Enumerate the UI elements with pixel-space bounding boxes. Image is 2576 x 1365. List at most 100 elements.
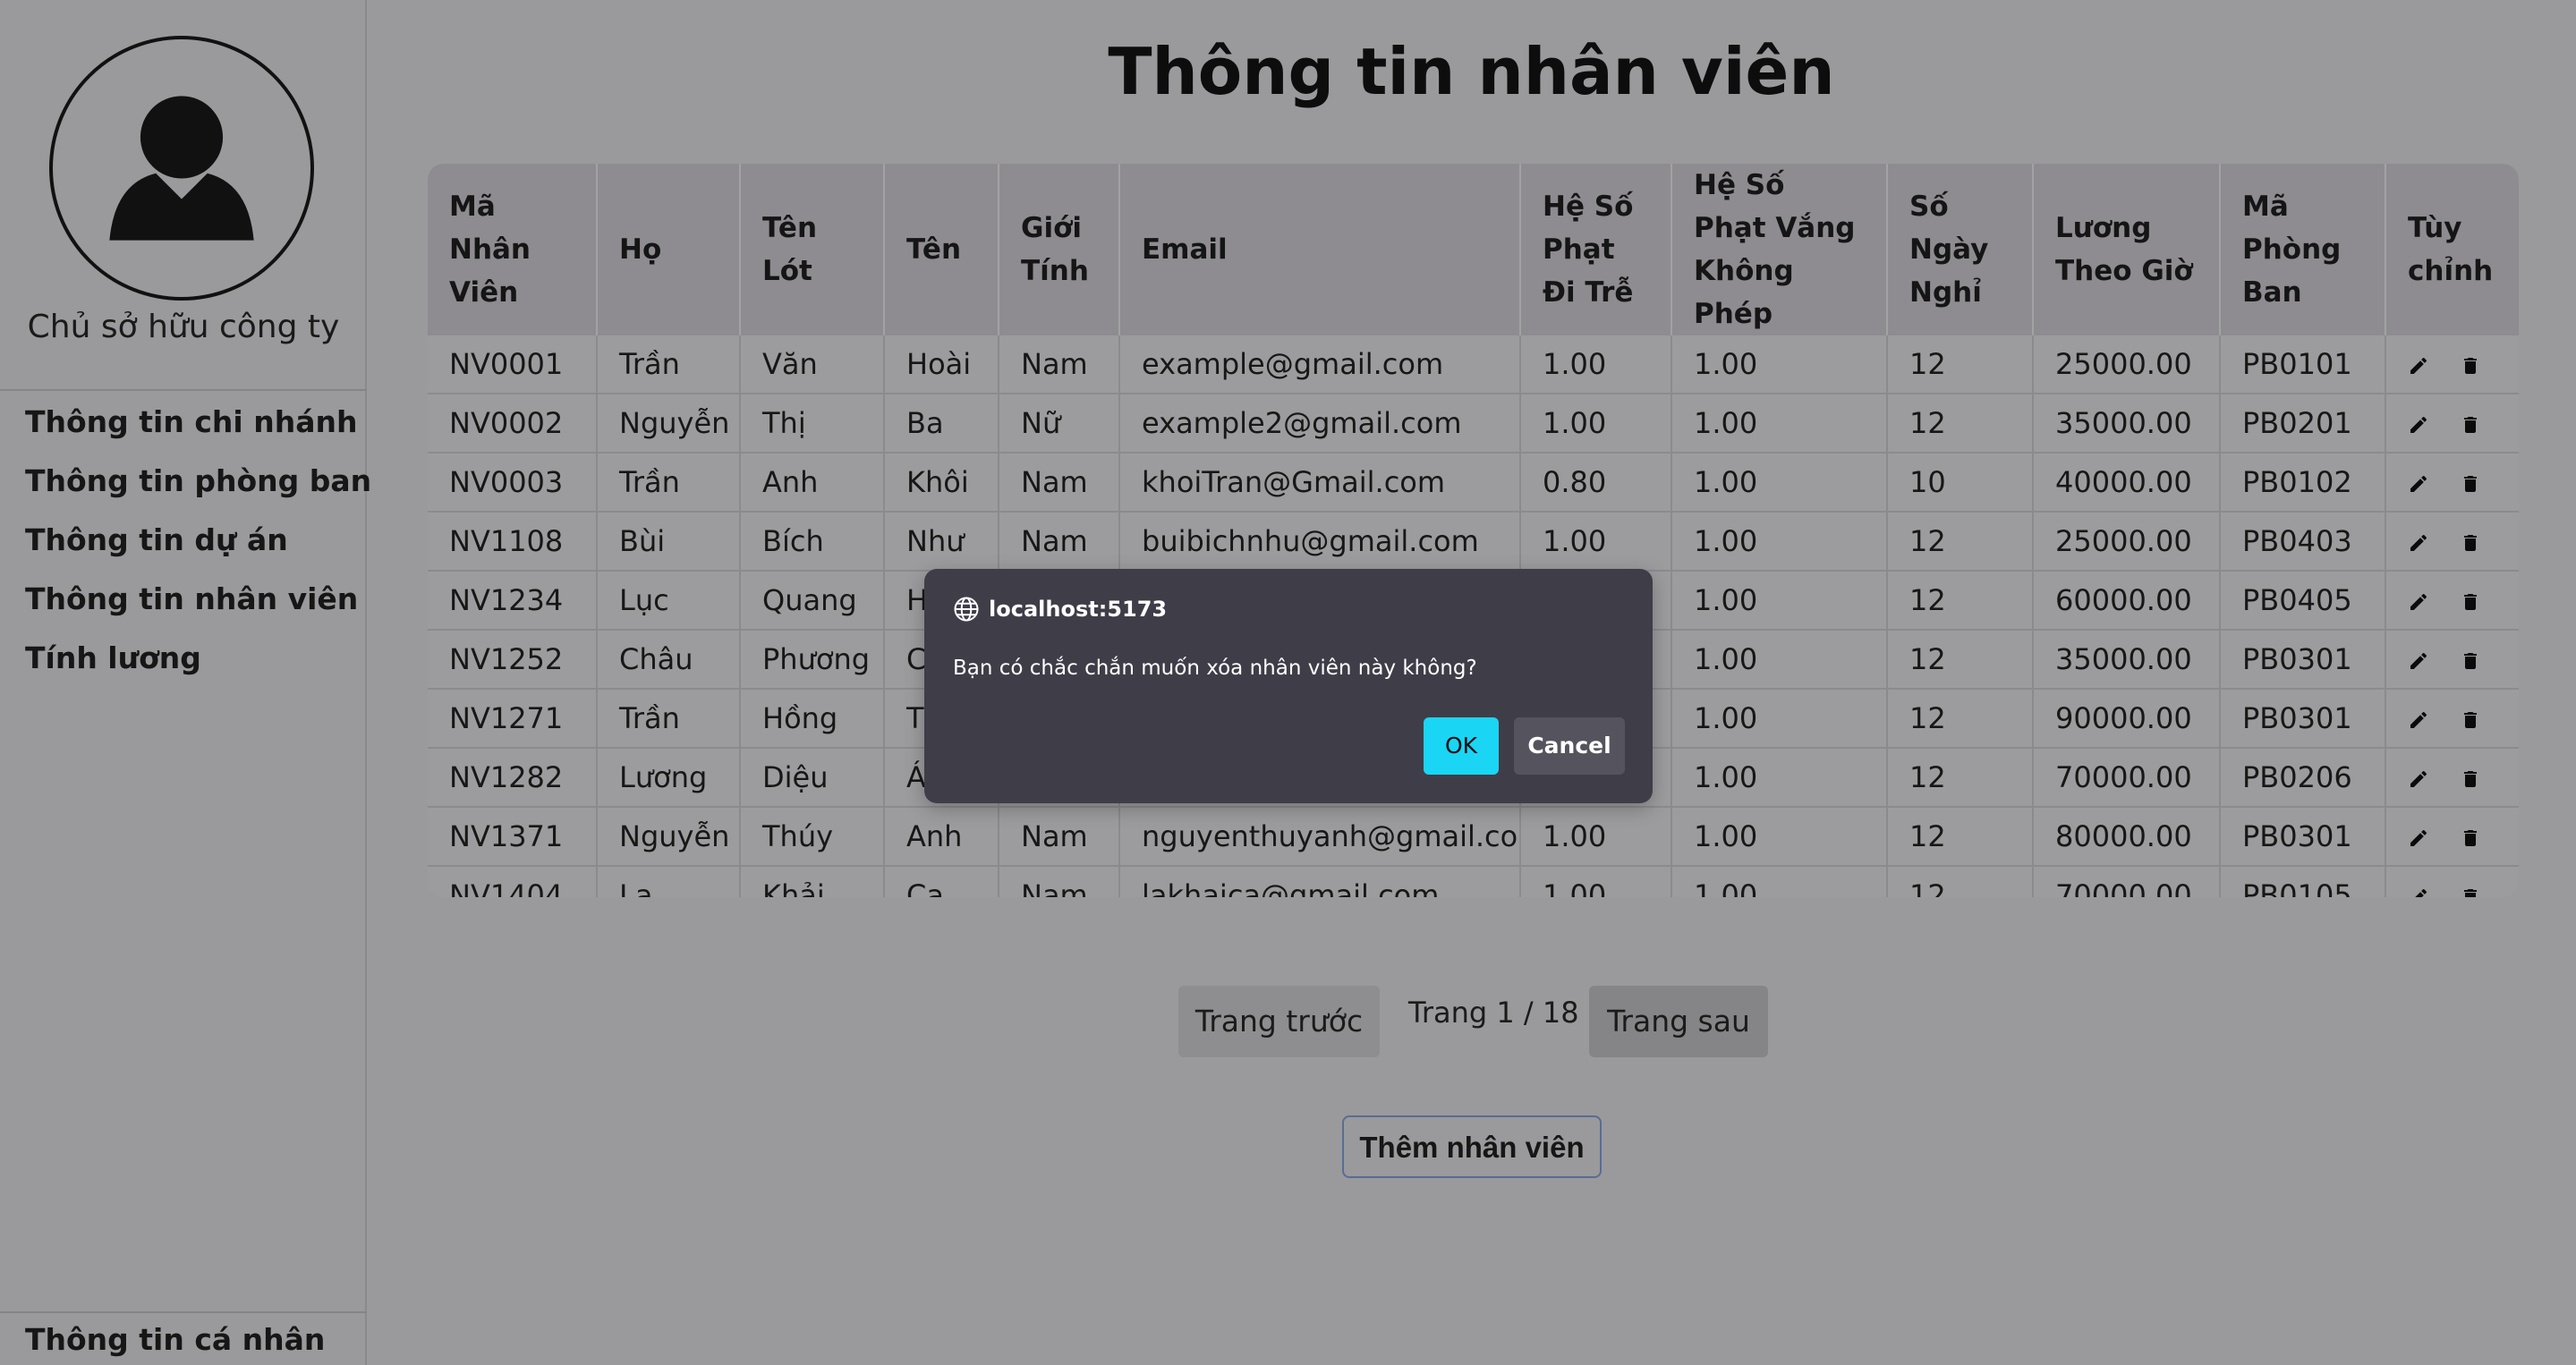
table-cell: 80000.00 — [2033, 807, 2221, 867]
table-cell: buibichnhu@gmail.com — [1119, 512, 1521, 572]
table-cell: Nam — [999, 335, 1120, 394]
trash-icon[interactable] — [2460, 412, 2481, 437]
page-indicator: Trang 1 / 18 — [1408, 996, 1579, 1030]
pencil-icon[interactable] — [2408, 353, 2429, 378]
pencil-icon[interactable] — [2408, 589, 2429, 615]
table-cell: 12 — [1887, 335, 2034, 394]
table-cell: NV1252 — [428, 630, 598, 690]
table-cell: Hồng — [740, 689, 885, 749]
add-employee-button[interactable]: Thêm nhân viên — [1342, 1115, 1602, 1178]
table-cell: nguyenthuyanh@gmail.com — [1119, 807, 1521, 867]
table-cell: PB0206 — [2220, 748, 2386, 808]
dialog-message: Bạn có chắc chắn muốn xóa nhân viên này … — [953, 657, 1477, 680]
row-actions — [2385, 453, 2519, 513]
table-cell: NV1271 — [428, 689, 598, 749]
table-cell: 1.00 — [1671, 571, 1888, 631]
table-cell: example@gmail.com — [1119, 335, 1521, 394]
column-header: Email — [1119, 164, 1521, 335]
next-page-button[interactable]: Trang sau — [1589, 986, 1768, 1057]
trash-icon[interactable] — [2460, 767, 2481, 792]
table-cell: PB0301 — [2220, 807, 2386, 867]
trash-icon[interactable] — [2460, 708, 2481, 733]
sidebar-item-personal-info[interactable]: Thông tin cá nhân — [25, 1322, 325, 1357]
table-cell: 1.00 — [1671, 866, 1888, 897]
table-cell: Nguyễn — [597, 807, 741, 867]
table-cell: 1.00 — [1520, 394, 1672, 454]
sidebar-item-payroll[interactable]: Tính lương — [25, 635, 371, 694]
table-cell: 1.00 — [1671, 394, 1888, 454]
trash-icon[interactable] — [2460, 589, 2481, 615]
table-cell: Trần — [597, 689, 741, 749]
table-cell: Lục — [597, 571, 741, 631]
page-title: Thông tin nhân viên — [1108, 34, 1835, 109]
pencil-icon[interactable] — [2408, 826, 2429, 851]
column-header: Tên Lót — [740, 164, 885, 335]
table-cell: 12 — [1887, 748, 2034, 808]
column-header: Giới Tính — [999, 164, 1120, 335]
pagination: Trang trước Trang 1 / 18 Trang sau — [0, 986, 2576, 1057]
table-cell: Ba — [884, 394, 999, 454]
table-cell: 12 — [1887, 689, 2034, 749]
table-cell: Nam — [999, 866, 1120, 897]
table-cell: PB0201 — [2220, 394, 2386, 454]
table-cell: 35000.00 — [2033, 630, 2221, 690]
table-cell: PB0301 — [2220, 689, 2386, 749]
column-header: Họ — [597, 164, 741, 335]
trash-icon[interactable] — [2460, 885, 2481, 897]
table-row: NV0003 Trần Anh Khôi Nam khoiTran@Gmail.com 0.… — [428, 453, 2519, 513]
table-cell: 10 — [1887, 453, 2034, 513]
sidebar-item-branch-info[interactable]: Thông tin chi nhánh — [25, 399, 371, 458]
pencil-icon[interactable] — [2408, 649, 2429, 674]
row-actions — [2385, 630, 2519, 690]
trash-icon[interactable] — [2460, 471, 2481, 496]
table-cell: khoiTran@Gmail.com — [1119, 453, 1521, 513]
dialog-origin: localhost:5173 — [953, 596, 1167, 623]
sidebar-bottom-divider — [0, 1311, 367, 1313]
table-cell: 12 — [1887, 394, 2034, 454]
previous-page-button[interactable]: Trang trước — [1178, 986, 1380, 1057]
row-actions — [2385, 748, 2519, 808]
globe-icon — [953, 596, 980, 623]
trash-icon[interactable] — [2460, 353, 2481, 378]
pencil-icon[interactable] — [2408, 885, 2429, 897]
table-cell: NV1234 — [428, 571, 598, 631]
column-header: Lương Theo Giờ — [2033, 164, 2221, 335]
dialog-cancel-button[interactable]: Cancel — [1514, 717, 1625, 775]
table-cell: example2@gmail.com — [1119, 394, 1521, 454]
table-cell: Anh — [884, 807, 999, 867]
pencil-icon[interactable] — [2408, 708, 2429, 733]
trash-icon[interactable] — [2460, 826, 2481, 851]
table-cell: Lương — [597, 748, 741, 808]
table-cell: 60000.00 — [2033, 571, 2221, 631]
pencil-icon[interactable] — [2408, 767, 2429, 792]
table-cell: 12 — [1887, 512, 2034, 572]
table-cell: Ca — [884, 866, 999, 897]
table-cell: NV0003 — [428, 453, 598, 513]
table-cell: 25000.00 — [2033, 512, 2221, 572]
row-actions — [2385, 335, 2519, 394]
table-row: NV1371 Nguyễn Thúy Anh Nam nguyenthuyanh@gmai… — [428, 807, 2519, 867]
table-cell: 70000.00 — [2033, 866, 2221, 897]
table-cell: 12 — [1887, 807, 2034, 867]
pencil-icon[interactable] — [2408, 530, 2429, 555]
table-cell: Nam — [999, 807, 1120, 867]
sidebar-item-department-info[interactable]: Thông tin phòng ban — [25, 458, 371, 517]
pencil-icon[interactable] — [2408, 471, 2429, 496]
sidebar-item-project-info[interactable]: Thông tin dự án — [25, 517, 371, 576]
pencil-icon[interactable] — [2408, 412, 2429, 437]
sidebar: Chủ sở hữu công ty Thông tin chi nhánh T… — [0, 0, 371, 1365]
sidebar-item-employee-info[interactable]: Thông tin nhân viên — [25, 576, 371, 635]
dialog-ok-button[interactable]: OK — [1424, 717, 1499, 775]
table-cell: NV1108 — [428, 512, 598, 572]
row-actions — [2385, 512, 2519, 572]
table-cell: Khôi — [884, 453, 999, 513]
trash-icon[interactable] — [2460, 530, 2481, 555]
table-cell: Diệu — [740, 748, 885, 808]
table-cell: 12 — [1887, 866, 2034, 897]
table-cell: PB0403 — [2220, 512, 2386, 572]
table-cell: PB0301 — [2220, 630, 2386, 690]
table-cell: La — [597, 866, 741, 897]
table-cell: Bích — [740, 512, 885, 572]
table-cell: PB0101 — [2220, 335, 2386, 394]
trash-icon[interactable] — [2460, 649, 2481, 674]
